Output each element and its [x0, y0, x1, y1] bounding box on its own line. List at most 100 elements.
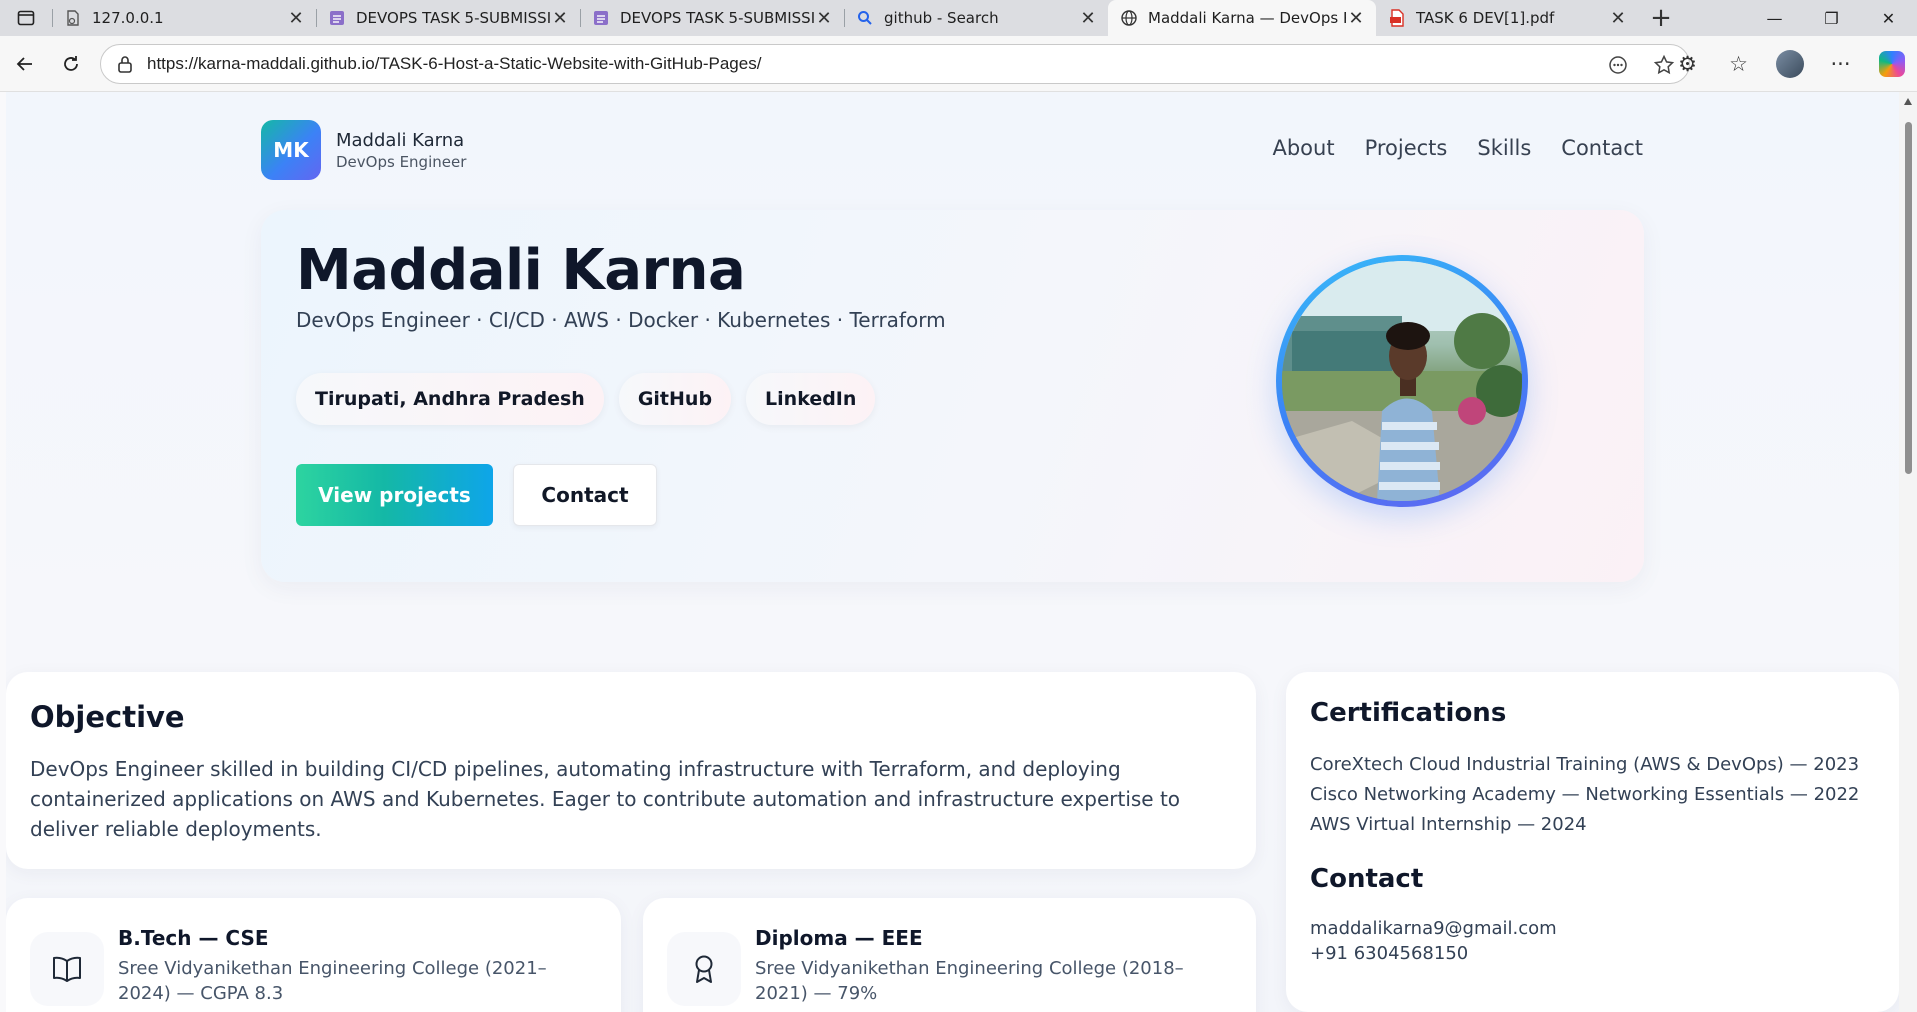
education-detail: Sree Vidyanikethan Engineering College (… [755, 958, 1184, 1004]
url-text[interactable]: https://karna-maddali.github.io/TASK-6-H… [147, 54, 761, 74]
brand-name: Maddali Karna [336, 129, 465, 151]
hero-name: Maddali Karna [296, 238, 746, 303]
refresh-button[interactable] [48, 44, 94, 84]
close-icon[interactable]: ✕ [1608, 8, 1628, 29]
tab-title: TASK 6 DEV[1].pdf [1416, 9, 1555, 27]
education-detail: Sree Vidyanikethan Engineering College (… [118, 958, 547, 1004]
certifications-title: Certifications [1310, 698, 1507, 728]
contact-list: maddalikarna9@gmail.com +91 6304568150 [1310, 916, 1557, 966]
new-tab-button[interactable]: + [1638, 0, 1684, 36]
tab-title: 127.0.0.1 [92, 9, 164, 27]
close-icon: ✕ [1881, 8, 1896, 28]
pdf-icon [1390, 9, 1404, 27]
browser-tab-strip: 127.0.0.1 ✕ DEVOPS TASK 5-SUBMISSIO ✕ DE… [0, 0, 1917, 36]
sidebar-toggle-icon [17, 10, 35, 26]
refresh-icon [64, 55, 78, 71]
page-viewport: MK Maddali Karna DevOps Engineer About P… [6, 92, 1899, 1012]
linkedin-link[interactable]: LinkedIn [746, 373, 876, 425]
hero-section: Maddali Karna DevOps Engineer · CI/CD · … [261, 210, 1644, 582]
contact-phone[interactable]: +91 6304568150 [1310, 941, 1557, 966]
sidebar-card: Certifications CoreXtech Cloud Industria… [1286, 672, 1899, 1012]
brand-role: DevOps Engineer [336, 152, 467, 171]
lock-icon [118, 56, 132, 73]
tab-title: DEVOPS TASK 5-SUBMISSIO [356, 9, 550, 27]
form-icon [594, 11, 608, 25]
tab-title: github - Search [884, 9, 999, 27]
settings-menu-button[interactable]: ··· [1815, 36, 1866, 92]
contact-title: Contact [1310, 864, 1424, 894]
profile-button[interactable] [1764, 36, 1815, 92]
restore-icon: ❐ [1824, 8, 1839, 28]
browser-toolbar: https://karna-maddali.github.io/TASK-6-H… [0, 36, 1917, 92]
address-bar[interactable]: https://karna-maddali.github.io/TASK-6-H… [100, 44, 1690, 84]
browser-tab-active[interactable]: Maddali Karna — DevOps Po ✕ [1108, 0, 1376, 36]
certifications-list: CoreXtech Cloud Industrial Training (AWS… [1310, 750, 1859, 840]
globe-icon [1121, 10, 1137, 26]
back-arrow-icon [16, 56, 32, 71]
browser-tab[interactable]: github - Search ✕ [844, 0, 1108, 36]
toolbar-right: ⚙ ☆ ··· [1662, 36, 1917, 92]
minimize-icon: — [1766, 8, 1783, 28]
back-button[interactable] [2, 44, 48, 84]
browser-tab[interactable]: DEVOPS TASK 5-SUBMISSIO ✕ [316, 0, 580, 36]
location-chip: Tirupati, Andhra Pradesh [296, 373, 604, 425]
extensions-button[interactable]: ⚙ [1662, 36, 1713, 92]
objective-card: Objective DevOps Engineer skilled in bui… [6, 672, 1256, 869]
minimize-button[interactable]: — [1746, 0, 1803, 36]
reader-icon[interactable] [1607, 54, 1629, 76]
browser-tab[interactable]: DEVOPS TASK 5-SUBMISSIO ✕ [580, 0, 844, 36]
restore-button[interactable]: ❐ [1803, 0, 1860, 36]
close-icon[interactable]: ✕ [814, 8, 834, 29]
education-icon-tile [667, 932, 741, 1006]
plus-icon: + [1650, 3, 1672, 33]
github-link[interactable]: GitHub [618, 373, 732, 425]
form-icon [330, 11, 344, 25]
contact-button[interactable]: Contact [513, 464, 657, 526]
certification-item: CoreXtech Cloud Industrial Training (AWS… [1310, 754, 1860, 775]
certification-item: AWS Virtual Internship — 2024 [1310, 814, 1587, 835]
close-icon[interactable]: ✕ [1078, 8, 1098, 29]
education-card: Diploma — EEE Sree Vidyanikethan Enginee… [643, 898, 1256, 1012]
hero-buttons: View projects Contact [296, 464, 657, 526]
education-title: Diploma — EEE [755, 926, 923, 950]
copilot-button[interactable] [1866, 36, 1917, 92]
browser-tab[interactable]: 127.0.0.1 ✕ [52, 0, 316, 36]
education-card: B.Tech — CSE Sree Vidyanikethan Engineer… [6, 898, 621, 1012]
profile-photo-illustration [1282, 261, 1522, 501]
nav-link-skills[interactable]: Skills [1477, 136, 1531, 160]
contact-email[interactable]: maddalikarna9@gmail.com [1310, 916, 1557, 941]
favorites-button[interactable]: ☆ [1713, 36, 1764, 92]
book-icon [53, 956, 81, 982]
site-nav: About Projects Skills Contact [1272, 136, 1643, 160]
education-icon-tile [30, 932, 104, 1006]
more-icon: ··· [1830, 52, 1851, 76]
tab-actions-button[interactable] [0, 0, 52, 36]
scroll-up-icon[interactable] [1904, 98, 1912, 105]
close-icon[interactable]: ✕ [1346, 8, 1366, 29]
nav-link-about[interactable]: About [1272, 136, 1334, 160]
hero-tagline: DevOps Engineer · CI/CD · AWS · Docker ·… [296, 308, 946, 332]
close-window-button[interactable]: ✕ [1860, 0, 1917, 36]
profile-photo-frame [1276, 255, 1528, 507]
close-icon[interactable]: ✕ [286, 8, 306, 29]
tab-title: DEVOPS TASK 5-SUBMISSIO [620, 9, 814, 27]
nav-link-projects[interactable]: Projects [1365, 136, 1448, 160]
profile-photo [1282, 261, 1522, 501]
search-icon [858, 11, 872, 25]
objective-text: DevOps Engineer skilled in building CI/C… [30, 757, 1181, 841]
nav-link-contact[interactable]: Contact [1561, 136, 1643, 160]
site-brand[interactable]: MK Maddali Karna DevOps Engineer [261, 120, 466, 180]
scrollbar-thumb[interactable] [1905, 122, 1912, 474]
award-icon [695, 955, 713, 983]
tab-title: Maddali Karna — DevOps Po [1148, 9, 1346, 27]
puzzle-icon: ⚙ [1678, 52, 1697, 76]
view-projects-button[interactable]: View projects [296, 464, 493, 526]
page-scrollbar[interactable] [1899, 92, 1917, 1012]
close-icon[interactable]: ✕ [550, 8, 570, 29]
window-controls: — ❐ ✕ [1746, 0, 1917, 36]
logo: MK [261, 120, 321, 180]
browser-tab[interactable]: TASK 6 DEV[1].pdf ✕ [1376, 0, 1638, 36]
favorites-icon: ☆ [1729, 52, 1748, 76]
certification-item: Cisco Networking Academy — Networking Es… [1310, 784, 1860, 805]
objective-title: Objective [30, 700, 185, 734]
